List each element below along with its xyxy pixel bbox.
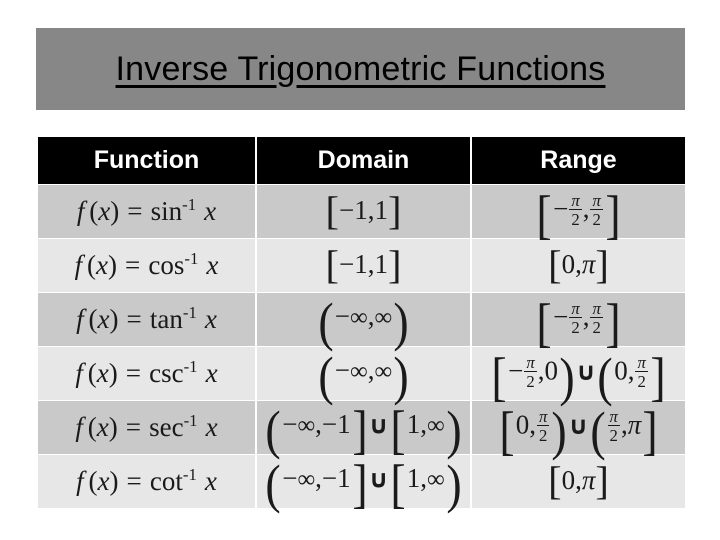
- column-header-domain: Domain: [257, 137, 470, 184]
- table-body: f (x) = sin-1 x [−1,1] [− π 2, π 2] f (x) = cos-1 x …: [38, 185, 685, 511]
- cell-range: [0,π]: [472, 455, 685, 508]
- cell-range: [− π 2,0)∪(0, π 2]: [472, 347, 685, 404]
- cell-domain: [−1,1]: [257, 185, 470, 238]
- table-row: f (x) = cot-1 x (−∞,−1]∪[1,∞) [0,π]: [38, 455, 685, 511]
- cell-range: [− π 2, π 2]: [472, 185, 685, 242]
- cell-domain: (−∞,−1]∪[1,∞): [257, 455, 470, 511]
- page-title: Inverse Trigonometric Functions: [115, 49, 606, 88]
- function-name: sec: [149, 412, 184, 442]
- table-header-row: Function Domain Range: [38, 137, 685, 184]
- cell-function: f (x) = tan-1 x: [38, 293, 255, 346]
- cell-domain: (−∞,∞): [257, 347, 470, 403]
- function-name: cot: [149, 466, 183, 496]
- cell-function: f (x) = cos-1 x: [38, 239, 255, 292]
- title-banner: Inverse Trigonometric Functions: [36, 28, 685, 110]
- table-row: f (x) = tan-1 x (−∞,∞) [− π 2, π 2]: [38, 293, 685, 350]
- function-name: tan: [149, 304, 183, 334]
- table-row: f (x) = csc-1 x (−∞,∞) [− π 2,0)∪(0, π 2]: [38, 347, 685, 404]
- cell-function: f (x) = sin-1 x: [38, 185, 255, 238]
- cell-range: [− π 2, π 2]: [472, 293, 685, 350]
- inverse-trig-functions-table: Function Domain Range f (x) = sin-1 x [−1,1]…: [36, 136, 687, 511]
- union-icon: ∪: [568, 411, 589, 441]
- union-icon: ∪: [368, 464, 389, 494]
- union-icon: ∪: [576, 357, 597, 387]
- cell-function: f (x) = sec-1 x: [38, 401, 255, 454]
- cell-domain: (−∞,−1]∪[1,∞): [257, 401, 470, 457]
- function-name: cos: [148, 250, 185, 280]
- cell-domain: [−1,1]: [257, 239, 470, 292]
- column-header-function: Function: [38, 137, 255, 184]
- cell-range: [0,π]: [472, 239, 685, 292]
- column-header-range: Range: [472, 137, 685, 184]
- table-row: f (x) = cos-1 x [−1,1] [0,π]: [38, 239, 685, 292]
- table-row: f (x) = sin-1 x [−1,1] [− π 2, π 2]: [38, 185, 685, 242]
- cell-domain: (−∞,∞): [257, 293, 470, 349]
- function-name: sin: [150, 196, 183, 226]
- cell-function: f (x) = cot-1 x: [38, 455, 255, 508]
- table-row: f (x) = sec-1 x (−∞,−1]∪[1,∞) [0, π 2)∪(π 2 ,π]: [38, 401, 685, 458]
- union-icon: ∪: [368, 410, 389, 440]
- function-name: csc: [149, 358, 184, 388]
- cell-range: [0, π 2)∪(π 2 ,π]: [472, 401, 685, 458]
- cell-function: f (x) = csc-1 x: [38, 347, 255, 400]
